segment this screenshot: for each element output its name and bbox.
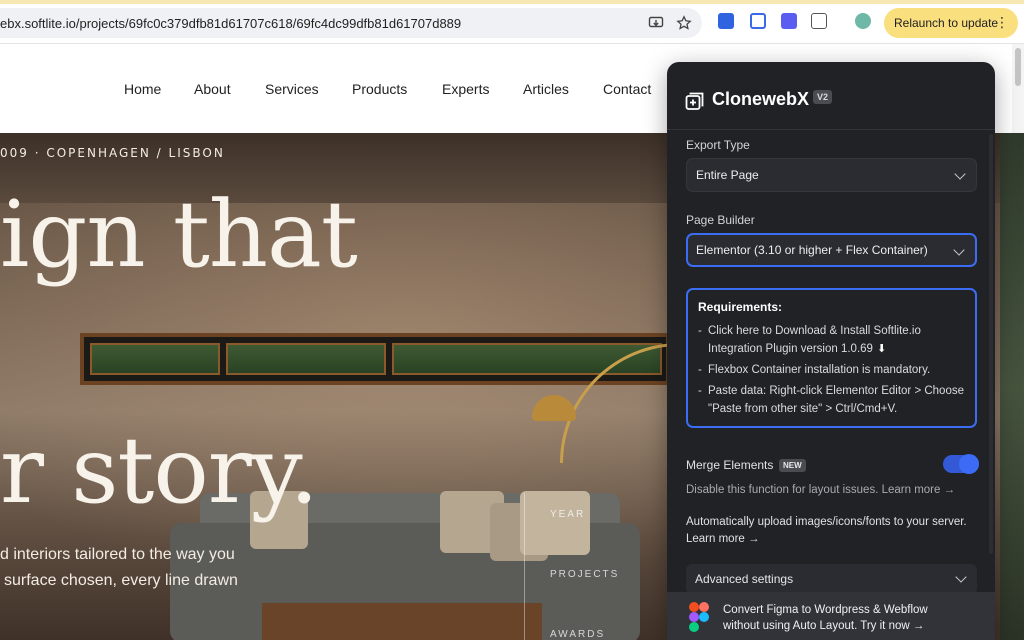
requirements-title: Requirements: [698,300,783,314]
toggle-knob [959,454,979,474]
export-type-label: Export Type [686,138,750,152]
hero-stat-awards: AWARDS [550,629,606,640]
hero-divider [524,493,525,640]
extension-clonewebx-icon[interactable] [718,13,734,29]
coffee-table-image [262,603,542,640]
browser-toolbar: ebx.softlite.io/projects/69fc0c379dfb81d… [0,0,1024,44]
url-text[interactable]: ebx.softlite.io/projects/69fc0c379dfb81d… [0,16,461,31]
page-builder-select[interactable]: Elementor (3.10 or higher + Flex Contain… [686,233,977,267]
requirement-paste: Paste data: Right-click Elementor Editor… [698,382,965,418]
nav-about[interactable]: About [194,81,231,97]
bookmark-star-icon[interactable] [676,15,692,31]
nav-articles[interactable]: Articles [523,81,569,97]
lamp-shade [532,395,576,421]
nav-contact[interactable]: Contact [603,81,651,97]
extensions-puzzle-icon[interactable] [811,13,827,29]
relaunch-label: Relaunch to update [894,16,999,30]
address-bar[interactable]: ebx.softlite.io/projects/69fc0c379dfb81d… [0,8,702,38]
clonewebx-logo-icon [685,91,705,111]
nav-experts[interactable]: Experts [442,81,489,97]
requirement-flexbox: Flexbox Container installation is mandat… [698,361,965,379]
panel-scrollbar[interactable] [989,134,993,554]
more-vert-icon[interactable]: ⋮ [995,14,1009,30]
export-type-value: Entire Page [696,168,759,182]
requirement-download-link[interactable]: Click here to Download & Install Softlit… [698,322,965,358]
page-scroll-thumb[interactable] [1015,48,1021,86]
merge-help-link[interactable]: Disable this function for layout issues.… [686,484,955,496]
hero-tagline: 009 · COPENHAGEN / LISBON [0,146,225,160]
auto-upload-text[interactable]: Automatically upload images/icons/fonts … [686,514,976,548]
chevron-down-icon [955,571,967,583]
page-scrollbar[interactable] [1012,44,1024,133]
new-badge: NEW [779,459,806,472]
promo-text[interactable]: Convert Figma to Wordpress & Webflow wit… [723,602,928,634]
hero-window-image [80,333,670,385]
hero-subtext-line1: d interiors tailored to the way you [0,546,235,563]
relaunch-button[interactable]: Relaunch to update ⋮ [884,8,1018,38]
profile-avatar[interactable] [855,13,871,29]
clonewebx-panel: ClonewebX V2 Export Type Entire Page Pag… [667,62,995,640]
extension-square-icon[interactable] [781,13,797,29]
chevron-down-icon [954,168,966,180]
version-badge: V2 [813,90,833,104]
nav-home[interactable]: Home [124,81,161,97]
merge-elements-label: Merge Elements [686,458,774,472]
page-builder-label: Page Builder [686,213,755,227]
hero-stat-projects: PROJECTS [550,569,620,580]
download-icon[interactable]: ⬇ [877,340,886,358]
hero-heading-line1: ign that [0,181,358,288]
hero-heading-line2: r story. [0,417,319,524]
nav-products[interactable]: Products [352,81,407,97]
figma-logo-icon [689,602,709,632]
hero-stat-year: YEAR [550,509,586,520]
merge-elements-toggle[interactable] [943,454,979,474]
hero-subtext-line2: surface chosen, every line drawn [4,572,238,589]
chrome-top-border [0,0,1024,4]
install-app-icon[interactable] [648,15,664,31]
page-side-image [1000,133,1024,640]
chevron-down-icon [953,244,965,256]
extension-copy-icon[interactable] [750,13,766,29]
brand-name: ClonewebX [712,89,810,109]
advanced-settings-dropdown[interactable]: Advanced settings [686,564,977,594]
requirements-box: Requirements: Click here to Download & I… [686,288,977,428]
export-type-select[interactable]: Entire Page [686,158,977,192]
nav-services[interactable]: Services [265,81,319,97]
figma-promo-banner[interactable]: Convert Figma to Wordpress & Webflow wit… [667,592,995,640]
advanced-settings-label: Advanced settings [695,572,794,586]
panel-header: ClonewebX V2 [667,62,995,130]
page-builder-value: Elementor (3.10 or higher + Flex Contain… [696,243,928,257]
